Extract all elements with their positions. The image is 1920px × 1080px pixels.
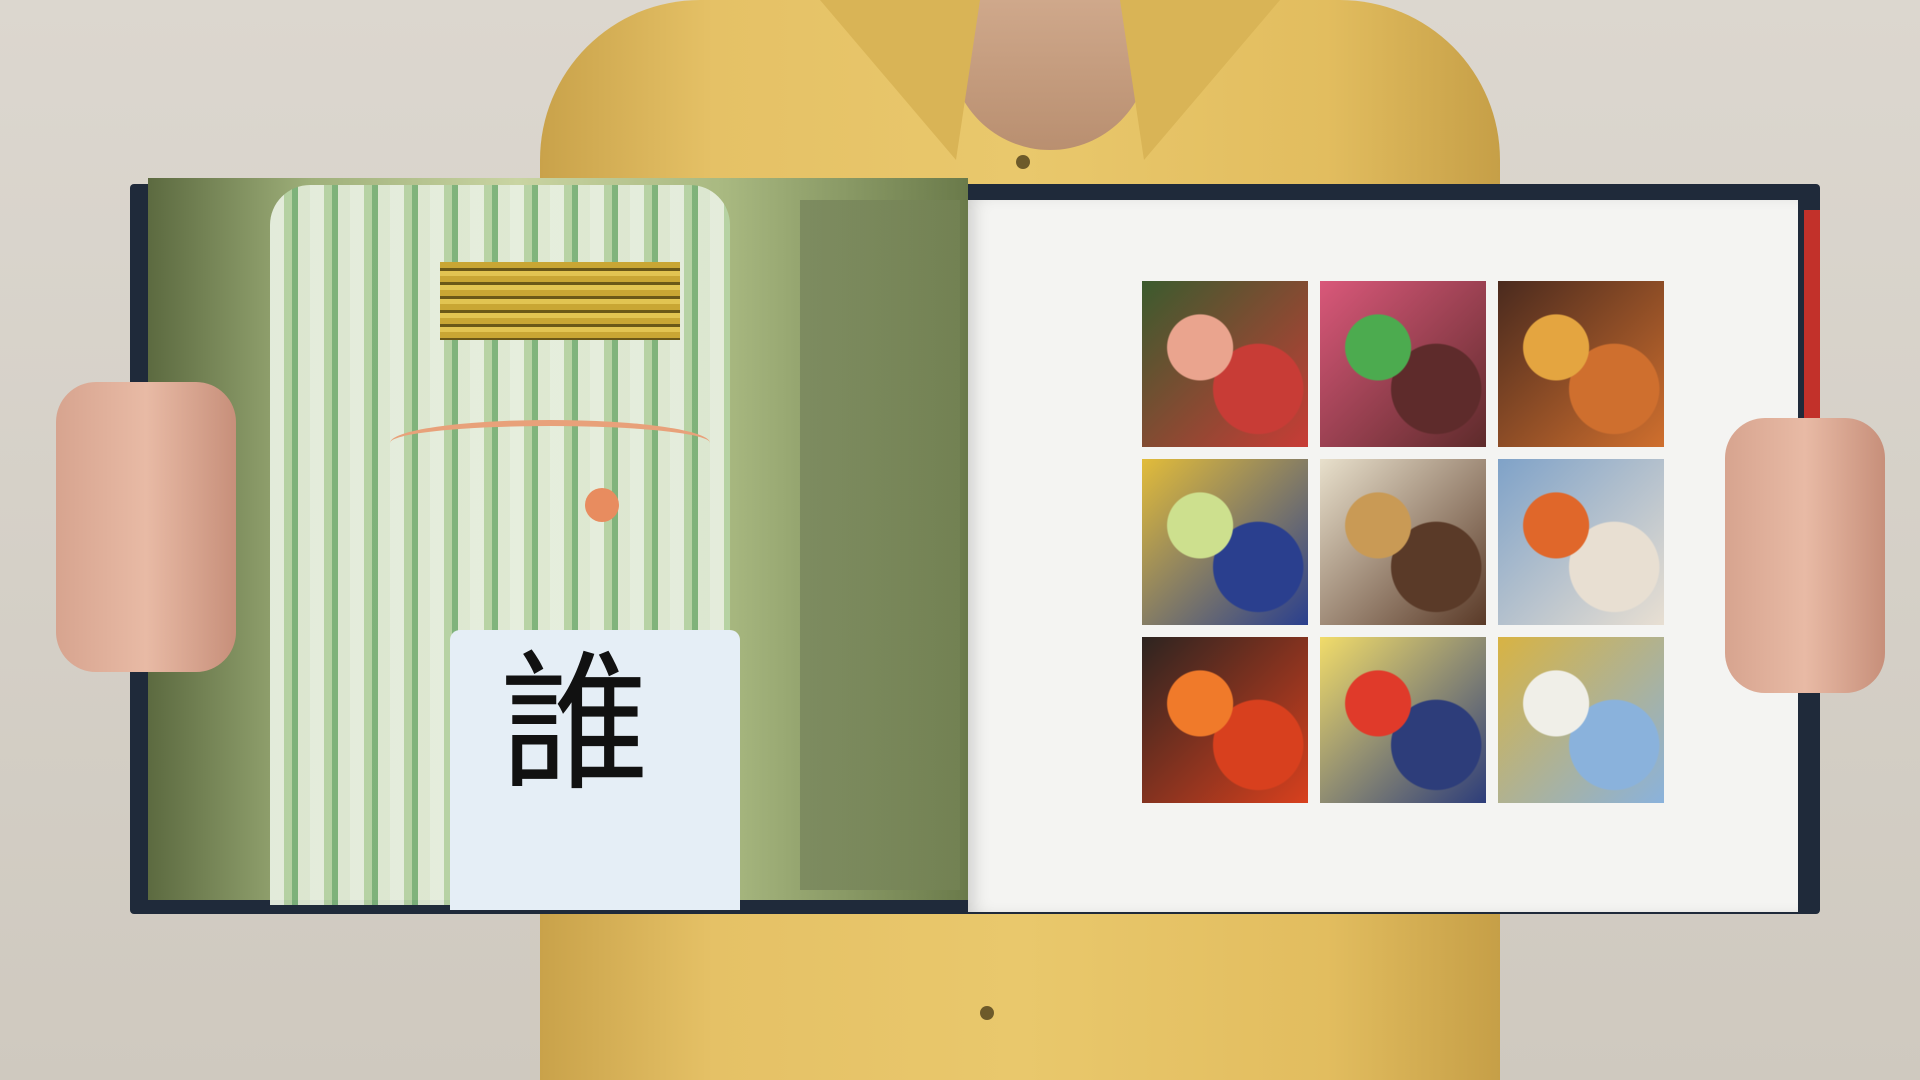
shirt-button	[1016, 155, 1030, 169]
food-photo-blue-bowl-dish	[1142, 459, 1308, 625]
label-calligraphy: 誰	[500, 638, 651, 812]
background-blur	[800, 200, 960, 890]
food-photo-sashimi-plate	[1142, 281, 1308, 447]
food-photo-ikura-sushi	[1142, 637, 1308, 803]
food-photo-green-mochi-dish	[1320, 281, 1486, 447]
food-photo-crab-salad	[1320, 637, 1486, 803]
food-photo-vegetable-stirfry	[1498, 281, 1664, 447]
right-hand	[1725, 418, 1885, 693]
gold-band	[440, 262, 680, 340]
food-photo-fish-dish	[1498, 459, 1664, 625]
cord-knot	[585, 488, 619, 522]
food-photo-grid	[1142, 281, 1664, 803]
food-photo-grilled-fish	[1498, 637, 1664, 803]
left-hand	[56, 382, 236, 672]
shirt-button	[980, 1006, 994, 1020]
orange-cord	[390, 420, 710, 466]
food-photo-noodle-set	[1320, 459, 1486, 625]
